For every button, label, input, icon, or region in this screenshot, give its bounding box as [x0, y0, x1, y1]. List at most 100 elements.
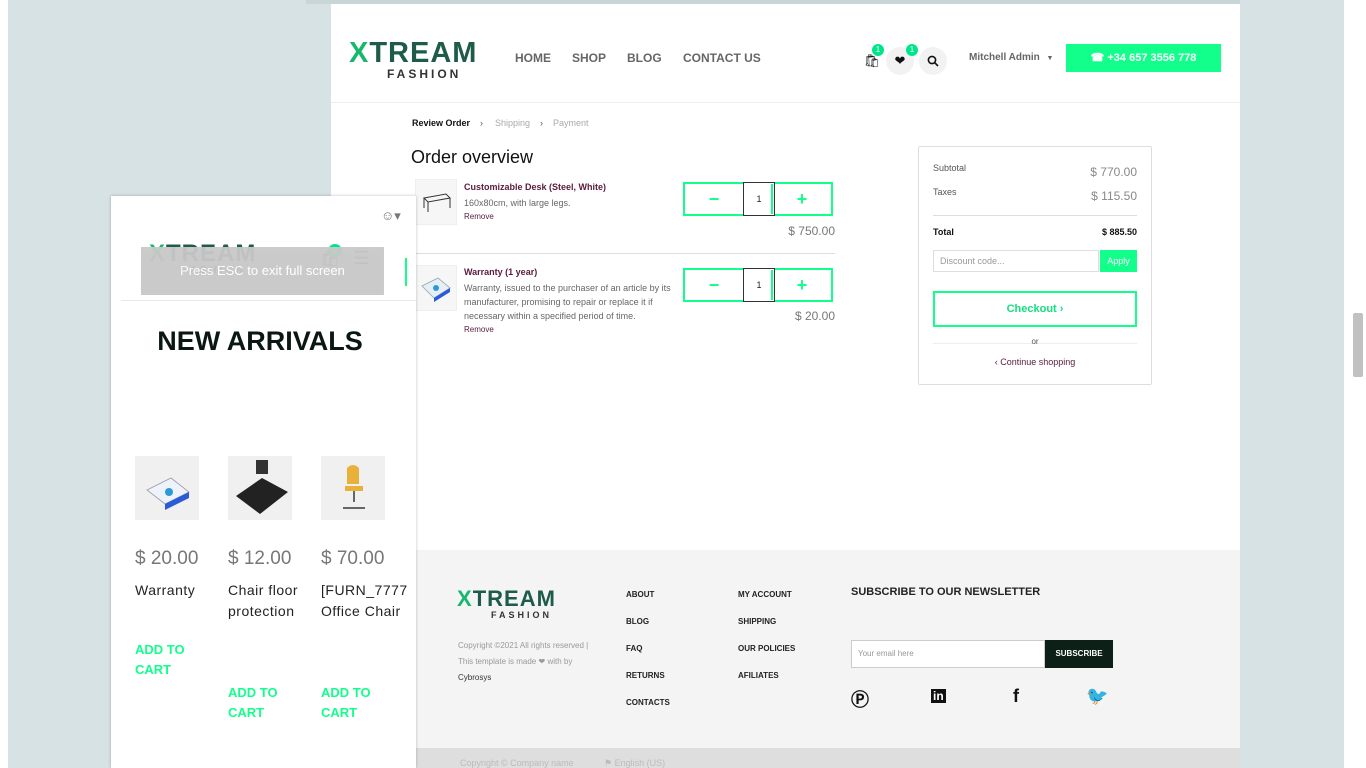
add-to-cart-button[interactable]: ADD TO CART	[228, 683, 298, 723]
phone-button[interactable]: ☎ +34 657 3556 778	[1066, 44, 1221, 72]
remove-link[interactable]: Remove	[464, 325, 494, 334]
total-label: Total	[933, 227, 954, 237]
quantity-stepper: − 1 +	[683, 268, 833, 302]
newsletter-email-input[interactable]: Your email here	[851, 640, 1045, 668]
footer-copyright: Copyright ©2021 All rights reserved | Th…	[458, 638, 618, 686]
footer-link-contacts[interactable]: CONTACTS	[626, 698, 670, 707]
caret-down-icon: ▼	[1046, 55, 1054, 62]
logo-subtext: FASHION	[387, 67, 462, 81]
breadcrumb-shipping: Shipping	[495, 118, 531, 128]
accent-line	[405, 258, 407, 286]
site-logo[interactable]: XTREAM FASHION	[349, 38, 477, 80]
footer-link-shipping[interactable]: SHIPPING	[738, 617, 776, 626]
total-value: $ 885.50	[1101, 227, 1137, 237]
add-to-cart-button[interactable]: ADD TO CART	[321, 683, 391, 723]
new-arrivals-title: NEW ARRIVALS	[157, 326, 363, 356]
facebook-icon[interactable]: f	[1013, 686, 1019, 707]
line-product-name[interactable]: Customizable Desk (Steel, White)	[464, 182, 606, 192]
product-thumbnail	[415, 265, 457, 311]
nav-blog[interactable]: BLOG	[627, 51, 662, 65]
subtotal-label: Subtotal	[933, 163, 967, 173]
add-to-cart-button[interactable]: ADD TO CART	[135, 640, 205, 680]
divider	[933, 215, 1137, 216]
footer-link-our-policies[interactable]: OUR POLICIES	[738, 644, 795, 653]
headset-icon: ☎	[1090, 52, 1105, 64]
warranty-box-icon	[146, 477, 190, 510]
user-menu[interactable]: Mitchell Admin ▼	[969, 52, 1053, 63]
heart-icon: ❤	[894, 53, 906, 68]
taxes-label: Taxes	[933, 187, 957, 197]
increase-quantity-button[interactable]: +	[771, 184, 831, 214]
footer-link-blog[interactable]: BLOG	[626, 617, 649, 626]
order-overview-title: Order overview	[411, 147, 534, 167]
product-name[interactable]: [FURN_7777] Office Chair	[321, 580, 407, 622]
newsletter-title: SUBSCRIBE TO OUR NEWSLETTER	[851, 586, 1041, 598]
continue-shopping-link[interactable]: ‹ Continue shopping	[919, 357, 1151, 367]
twitter-icon[interactable]: 🐦	[1086, 686, 1108, 707]
office-chair-icon	[343, 465, 365, 509]
exit-fullscreen-overlay: Press ESC to exit full screen	[141, 247, 384, 295]
line-product-description: 160x80cm, with large legs.	[464, 198, 571, 208]
product-image[interactable]	[135, 456, 199, 520]
search-button[interactable]	[919, 47, 947, 75]
footer-link-afiliates[interactable]: AFILIATES	[738, 671, 779, 680]
discount-code-input[interactable]: Discount code...	[933, 250, 1099, 272]
product-image[interactable]	[321, 456, 385, 520]
footer-link-about[interactable]: ABOUT	[626, 590, 654, 599]
or-separator: or	[1031, 337, 1039, 346]
increase-quantity-button[interactable]: +	[771, 270, 831, 300]
product-price: $ 20.00	[135, 548, 199, 569]
apply-discount-button[interactable]: Apply	[1100, 250, 1137, 272]
pinterest-icon[interactable]: Ⓟ	[851, 686, 869, 712]
subscribe-button[interactable]: SUBSCRIBE	[1045, 640, 1113, 668]
wishlist-count-badge: 1	[906, 44, 918, 56]
checkout-button[interactable]: Checkout ›	[933, 291, 1137, 327]
vertical-scrollbar[interactable]	[1344, 0, 1366, 768]
footer-link-returns[interactable]: RETURNS	[626, 671, 665, 680]
product-image[interactable]	[228, 456, 292, 520]
remove-link[interactable]: Remove	[464, 212, 494, 221]
heart-icon: ❤	[538, 657, 546, 666]
warranty-box-icon	[421, 277, 451, 302]
line-price: $ 20.00	[794, 309, 835, 323]
chair-mat-icon	[236, 460, 288, 514]
cart-count-badge: 1	[872, 44, 884, 56]
us-flag-icon: ⚑	[604, 758, 613, 768]
author-link[interactable]: Cybrosys	[458, 670, 618, 686]
footer-link-faq[interactable]: FAQ	[626, 644, 642, 653]
nav-shop[interactable]: SHOP	[572, 51, 606, 65]
nav-contact-us[interactable]: CONTACT US	[683, 51, 761, 65]
desk-icon	[422, 193, 452, 212]
user-account-icon[interactable]: ☺▾	[381, 208, 401, 224]
product-name[interactable]: Warranty	[135, 580, 225, 601]
scrollbar-thumb[interactable]	[1353, 313, 1363, 377]
product-name[interactable]: Chair floor protection	[228, 580, 318, 622]
footer-logo[interactable]: XTREAM FASHION	[457, 586, 556, 621]
breadcrumb-review-order[interactable]: Review Order	[412, 118, 470, 128]
chevron-right-icon: ›	[540, 118, 543, 128]
order-summary: Subtotal $ 770.00 Taxes $ 115.50 Total $…	[918, 146, 1152, 385]
breadcrumb-payment: Payment	[553, 118, 589, 128]
copyright-line: Copyright ©2021 All rights reserved |	[458, 641, 589, 650]
wishlist-button[interactable]: ❤ 1	[886, 44, 918, 75]
cart-button[interactable]: 🛍 1	[858, 44, 886, 75]
nav-home[interactable]: HOME	[515, 51, 551, 65]
decrease-quantity-button[interactable]: −	[685, 270, 743, 300]
logo-text: XTREAM	[349, 37, 478, 69]
linkedin-icon[interactable]: in	[931, 689, 946, 703]
decrease-quantity-button[interactable]: −	[685, 184, 743, 214]
line-product-description: Warranty, issued to the purchaser of an …	[464, 283, 671, 321]
product-price: $ 12.00	[228, 548, 292, 569]
phone-number: +34 657 3556 778	[1107, 52, 1197, 64]
site-header: XTREAM FASHION HOME SHOP BLOG CONTACT US…	[331, 4, 1240, 103]
footer-link-my-account[interactable]: MY ACCOUNT	[738, 590, 792, 599]
line-price: $ 750.00	[788, 224, 835, 238]
product-price: $ 70.00	[321, 548, 385, 569]
chevron-right-icon: ›	[480, 118, 483, 128]
line-product-name[interactable]: Warranty (1 year)	[464, 267, 537, 277]
language-selector[interactable]: ⚑ English (US)	[604, 758, 665, 768]
search-icon	[927, 55, 939, 67]
product-thumbnail	[415, 179, 457, 225]
divider	[121, 300, 416, 301]
logo-text: XTREAM	[457, 586, 556, 611]
